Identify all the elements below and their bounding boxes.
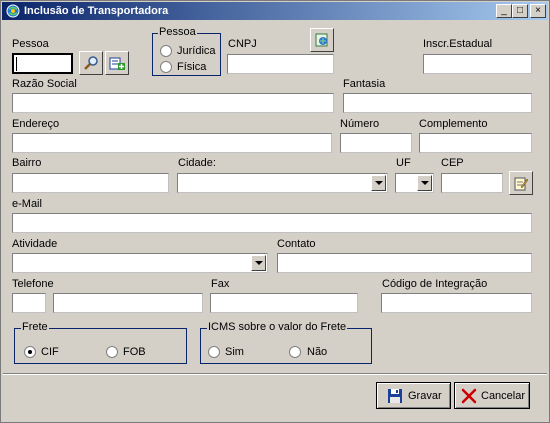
lookup-cnpj-button[interactable] xyxy=(310,28,334,52)
frete-legend: Frete xyxy=(21,321,49,334)
contato-label: Contato xyxy=(277,238,316,250)
chevron-down-icon[interactable] xyxy=(251,255,266,271)
radio-icms-nao-label: Não xyxy=(307,346,328,358)
atividade-label: Atividade xyxy=(12,238,58,250)
telefone-ddd-input[interactable] xyxy=(12,293,46,313)
web-lookup-icon xyxy=(314,32,330,51)
endereco-input[interactable] xyxy=(12,133,332,153)
fantasia-label: Fantasia xyxy=(343,78,386,90)
email-input[interactable] xyxy=(12,213,532,233)
radio-fisica[interactable] xyxy=(160,61,172,73)
uf-label: UF xyxy=(396,157,411,169)
cnpj-input[interactable] xyxy=(227,54,334,74)
dialog-window: Inclusão de Transportadora _ □ × Pessoa … xyxy=(0,0,550,423)
close-button[interactable]: × xyxy=(530,4,546,18)
codigo-integracao-input[interactable] xyxy=(381,293,532,313)
bairro-label: Bairro xyxy=(12,157,42,169)
radio-icms-nao[interactable] xyxy=(289,346,301,358)
radio-icms-sim[interactable] xyxy=(208,346,220,358)
cancel-button-label: Cancelar xyxy=(481,390,526,402)
fax-input[interactable] xyxy=(210,293,358,313)
cidade-label: Cidade: xyxy=(178,157,216,169)
cancel-x-icon xyxy=(461,388,477,407)
radio-fisica-label: Física xyxy=(177,61,207,73)
footer-separator xyxy=(3,373,547,375)
save-button-label: Gravar xyxy=(408,390,442,402)
search-pessoa-button[interactable] xyxy=(79,51,103,75)
radio-icms-sim-label: Sim xyxy=(225,346,244,358)
fax-label: Fax xyxy=(211,278,230,290)
app-globe-icon xyxy=(6,4,20,18)
razao-social-label: Razão Social xyxy=(12,78,77,90)
radio-fob-label: FOB xyxy=(123,346,146,358)
cancel-button[interactable]: Cancelar xyxy=(454,382,530,409)
numero-input[interactable] xyxy=(340,133,412,153)
bairro-input[interactable] xyxy=(12,173,169,193)
pessoa-label: Pessoa xyxy=(12,38,49,50)
icms-legend: ICMS sobre o valor do Frete xyxy=(207,321,348,334)
title-bar[interactable]: Inclusão de Transportadora _ □ × xyxy=(2,2,548,20)
pessoa-input[interactable] xyxy=(12,53,73,74)
notepad-pencil-icon xyxy=(513,175,529,194)
chevron-down-icon[interactable] xyxy=(371,175,386,191)
contato-input[interactable] xyxy=(277,253,532,273)
magnifier-icon xyxy=(83,55,99,74)
chevron-down-icon[interactable] xyxy=(417,175,432,191)
maximize-button[interactable]: □ xyxy=(512,4,528,18)
atividade-select[interactable] xyxy=(12,253,268,273)
numero-label: Número xyxy=(340,118,380,130)
close-icon: × xyxy=(535,5,541,16)
telefone-input[interactable] xyxy=(53,293,203,313)
razao-social-input[interactable] xyxy=(12,93,334,113)
radio-cif-label: CIF xyxy=(41,346,59,358)
complemento-label: Complemento xyxy=(419,118,488,130)
add-record-icon xyxy=(109,55,125,74)
window-title: Inclusão de Transportadora xyxy=(24,5,169,17)
complemento-input[interactable] xyxy=(419,133,532,153)
radio-cif[interactable] xyxy=(24,346,36,358)
email-label: e-Mail xyxy=(12,198,42,210)
save-button[interactable]: Gravar xyxy=(376,382,451,409)
pessoa-type-legend: Pessoa xyxy=(158,26,197,39)
inscr-estadual-input[interactable] xyxy=(423,54,532,74)
radio-juridica-label: Jurídica xyxy=(177,45,216,57)
endereco-label: Endereço xyxy=(12,118,60,130)
lookup-cep-button[interactable] xyxy=(509,171,533,195)
uf-select[interactable] xyxy=(395,173,434,193)
maximize-icon: □ xyxy=(516,5,524,16)
radio-fob[interactable] xyxy=(106,346,118,358)
cep-input[interactable] xyxy=(441,173,503,193)
fantasia-input[interactable] xyxy=(343,93,532,113)
cidade-select[interactable] xyxy=(177,173,388,193)
telefone-label: Telefone xyxy=(12,278,54,290)
floppy-disk-icon xyxy=(387,388,403,407)
inscr-estadual-label: Inscr.Estadual xyxy=(423,38,493,50)
minimize-button[interactable]: _ xyxy=(496,4,512,18)
cnpj-label: CNPJ xyxy=(228,38,257,50)
cep-label: CEP xyxy=(441,157,464,169)
codigo-integracao-label: Código de Integração xyxy=(382,278,488,290)
minimize-icon: _ xyxy=(501,5,507,16)
radio-juridica[interactable] xyxy=(160,45,172,57)
add-pessoa-button[interactable] xyxy=(105,51,129,75)
